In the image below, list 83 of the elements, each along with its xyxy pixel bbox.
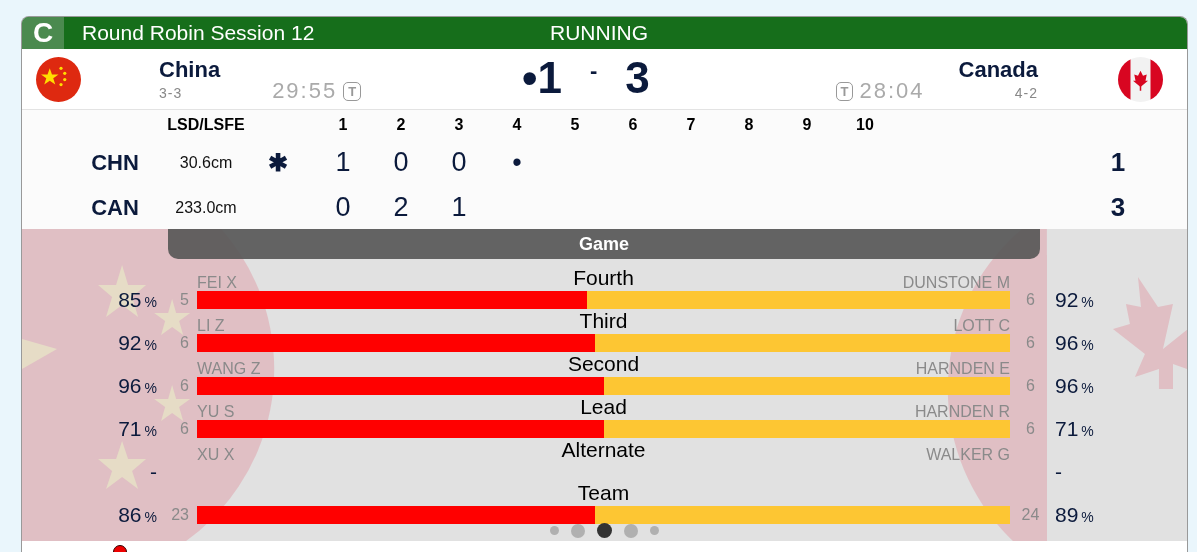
- end-score: 0: [393, 147, 409, 177]
- session-badge: C: [22, 17, 64, 49]
- shot-count: 6: [180, 376, 189, 395]
- position-label: Team: [577, 482, 630, 504]
- percentage: 86%: [117, 504, 158, 525]
- draw-distance: 233.0cm: [174, 198, 238, 217]
- position-label: Fourth: [573, 267, 634, 289]
- page-dot[interactable]: [550, 526, 559, 535]
- end-number: 5: [569, 116, 581, 134]
- player-name: DUNSTONE M: [901, 275, 1010, 291]
- shot-count: 5: [180, 290, 189, 309]
- page-dot[interactable]: [650, 526, 659, 535]
- end-number: 7: [685, 116, 697, 134]
- player-name: WANG Z: [197, 361, 262, 377]
- player-name: HARNDEN R: [913, 404, 1010, 420]
- end-number: 6: [627, 116, 639, 134]
- end-score: 2: [393, 192, 409, 222]
- percentage: 96%: [1054, 332, 1095, 353]
- team-name: Canada: [958, 57, 1038, 83]
- shot-count: 6: [180, 419, 189, 438]
- percentage: 71%: [117, 418, 158, 439]
- timeout-indicator: T: [343, 81, 362, 101]
- position-label: Lead: [580, 396, 627, 418]
- section-header: Game: [168, 229, 1040, 259]
- end-score: 1: [451, 192, 467, 222]
- team-score: 3: [625, 53, 650, 103]
- player-name: FEI X: [197, 275, 238, 291]
- shot-count: 23: [171, 505, 189, 524]
- flag-icon: [1118, 56, 1163, 102]
- end-score: 0: [451, 147, 467, 177]
- player-name: WALKER G: [925, 447, 1010, 463]
- player-name: LOTT C: [952, 318, 1010, 334]
- percentage: 89%: [1054, 504, 1095, 525]
- percentage: 96%: [1054, 375, 1095, 396]
- time-remaining: 28:04: [859, 78, 925, 104]
- shot-count: 6: [1026, 419, 1035, 438]
- player-name: LI Z: [197, 318, 226, 334]
- hammer-marker: ✱: [268, 148, 288, 176]
- shot-count: 6: [1026, 290, 1035, 309]
- percentage: 96%: [117, 375, 158, 396]
- end-score: 0: [335, 192, 351, 222]
- end-number: 4: [511, 116, 523, 134]
- end-number: 1: [337, 116, 349, 134]
- session-title: Round Robin Session 12: [82, 21, 315, 45]
- column-header: LSD/LSFE: [166, 116, 246, 134]
- shot-count: 6: [1026, 333, 1035, 352]
- player-name: HARNDEN E: [914, 361, 1010, 377]
- team-abbreviation: CHN: [90, 149, 140, 176]
- percentage: 71%: [1054, 418, 1095, 439]
- team-record: 3-3: [159, 85, 184, 101]
- team-abbreviation: CAN: [90, 194, 140, 221]
- percentage: 92%: [117, 332, 158, 353]
- total-score: 1: [1109, 147, 1127, 178]
- flag-icon: [36, 56, 81, 102]
- time-remaining: 29:55: [272, 78, 338, 104]
- percentage: 85%: [117, 289, 158, 310]
- draw-distance: 30.6cm: [178, 153, 234, 172]
- player-name: XU X: [197, 447, 236, 463]
- end-number: 2: [395, 116, 407, 134]
- score-separator: -: [589, 58, 598, 84]
- page-dot[interactable]: [597, 523, 612, 538]
- position-label: Second: [567, 353, 640, 375]
- percentage: -: [149, 461, 158, 482]
- position-label: Third: [579, 310, 628, 332]
- end-number: 9: [801, 116, 813, 134]
- team-name: China: [159, 57, 221, 83]
- team-record: 4-2: [1014, 85, 1038, 101]
- timeout-indicator: T: [835, 81, 854, 101]
- percentage: 92%: [1054, 289, 1095, 310]
- game-status: RUNNING: [550, 21, 648, 45]
- shot-count: 6: [1026, 376, 1035, 395]
- end-number: 8: [743, 116, 755, 134]
- total-score: 3: [1109, 192, 1127, 223]
- player-name: YU S: [197, 404, 236, 420]
- end-number: 3: [453, 116, 465, 134]
- shot-count: 24: [1021, 505, 1040, 524]
- team-score: •1: [522, 53, 562, 103]
- end-score: •: [512, 147, 522, 177]
- position-label: Alternate: [561, 439, 646, 461]
- shot-count: 6: [180, 333, 189, 352]
- end-score: 1: [335, 147, 351, 177]
- end-number: 10: [855, 116, 875, 134]
- percentage: -: [1054, 461, 1063, 482]
